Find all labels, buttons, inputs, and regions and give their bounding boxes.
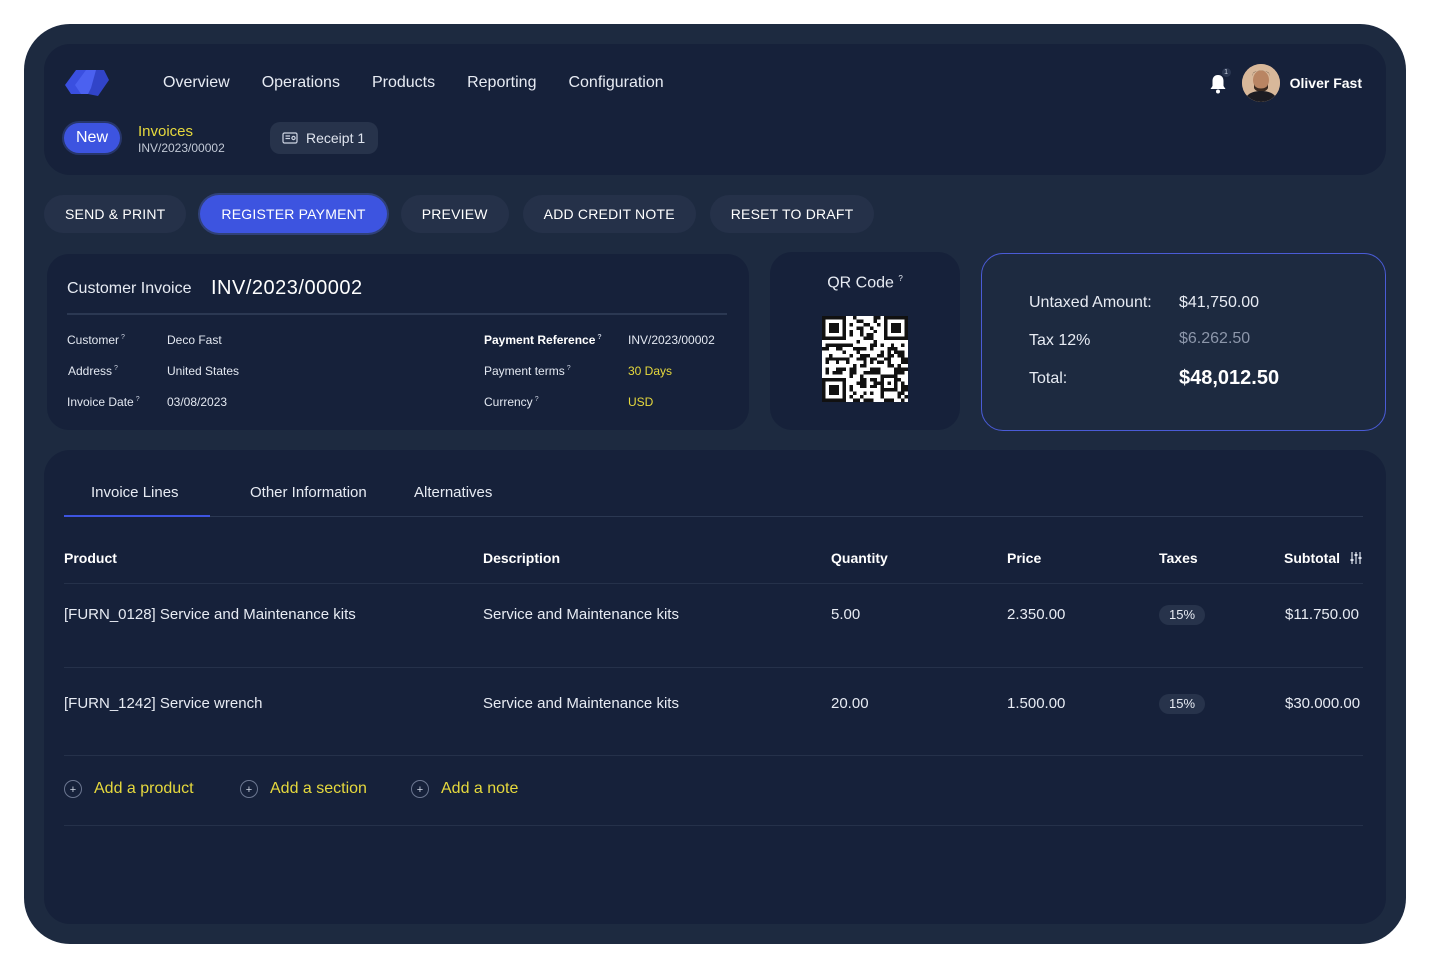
cell-subtotal: $11.750.00 <box>1285 606 1359 623</box>
invoice-number: INV/2023/00002 <box>211 277 363 299</box>
row-divider <box>64 825 1363 826</box>
top-bar: Overview Operations Products Reporting C… <box>44 44 1386 175</box>
tax-label: Tax 12% <box>1029 332 1091 349</box>
help-icon[interactable]: ? <box>597 334 601 341</box>
tab-alternatives[interactable]: Alternatives <box>414 484 492 501</box>
column-header-description[interactable]: Description <box>483 550 560 566</box>
cell-subtotal: $30.000.00 <box>1285 695 1361 712</box>
action-bar: SEND & PRINT REGISTER PAYMENT PREVIEW AD… <box>44 195 875 233</box>
tab-invoice-lines[interactable]: Invoice Lines <box>91 484 179 501</box>
cell-description[interactable]: Service and Maintenance kits <box>483 695 679 712</box>
help-icon[interactable]: ? <box>567 365 571 372</box>
register-payment-button[interactable]: REGISTER PAYMENT <box>200 195 387 233</box>
cell-quantity[interactable]: 20.00 <box>831 695 869 712</box>
add-credit-note-button[interactable]: ADD CREDIT NOTE <box>522 195 696 233</box>
help-icon[interactable]: ? <box>121 334 125 341</box>
nav-products[interactable]: Products <box>372 74 435 92</box>
payment-reference-value[interactable]: INV/2023/00002 <box>628 333 715 347</box>
nav-overview[interactable]: Overview <box>163 74 230 92</box>
column-header-taxes[interactable]: Taxes <box>1159 550 1198 566</box>
receipt-button[interactable]: Receipt 1 <box>270 122 379 154</box>
tax-badge[interactable]: 15% <box>1159 605 1206 625</box>
invoice-date-value[interactable]: 03/08/2023 <box>167 395 227 409</box>
app-window: Overview Operations Products Reporting C… <box>24 24 1406 944</box>
payment-reference-label: Payment Reference? <box>484 333 602 347</box>
active-tab-indicator <box>64 515 210 517</box>
cell-description[interactable]: Service and Maintenance kits <box>483 606 679 623</box>
address-label: Address? <box>68 364 118 378</box>
nav-operations[interactable]: Operations <box>262 74 340 92</box>
notification-bell-icon[interactable]: 1 <box>1208 68 1231 94</box>
cell-product[interactable]: [FURN_0128] Service and Maintenance kits <box>64 606 356 623</box>
add-note-link[interactable]: + Add a note <box>411 780 518 798</box>
tax-badge[interactable]: 15% <box>1159 694 1206 714</box>
cell-product[interactable]: [FURN_1242] Service wrench <box>64 695 262 712</box>
invoice-lines-card: Invoice Lines Other Information Alternat… <box>44 450 1386 924</box>
column-header-subtotal[interactable]: Subtotal <box>1284 550 1340 566</box>
reset-to-draft-button[interactable]: RESET TO DRAFT <box>709 195 875 233</box>
untaxed-amount-label: Untaxed Amount: <box>1029 294 1152 311</box>
status-badge: New <box>64 123 121 153</box>
plus-icon: + <box>411 780 429 798</box>
nav-configuration[interactable]: Configuration <box>568 74 663 92</box>
nav-reporting[interactable]: Reporting <box>467 74 536 92</box>
column-header-price[interactable]: Price <box>1007 550 1041 566</box>
qr-code-label: QR Code ? <box>827 274 903 292</box>
untaxed-amount-value: $41,750.00 <box>1179 294 1260 311</box>
invoice-details-card: Customer Invoice INV/2023/00002 Customer… <box>47 254 749 430</box>
cell-price[interactable]: 1.500.00 <box>1007 695 1065 712</box>
help-icon[interactable]: ? <box>114 365 118 372</box>
notification-count-badge: 1 <box>1221 68 1231 77</box>
add-note-label: Add a note <box>441 780 519 797</box>
customer-label: Customer? <box>67 333 125 347</box>
help-icon[interactable]: ? <box>535 396 539 403</box>
total-value: $48,012.50 <box>1179 367 1280 389</box>
customer-value[interactable]: Deco Fast <box>167 333 222 347</box>
tax-value: $6.262.50 <box>1179 330 1251 347</box>
payment-terms-value[interactable]: 30 Days <box>628 364 672 378</box>
add-product-link[interactable]: + Add a product <box>64 780 194 798</box>
receipt-label: Receipt 1 <box>306 130 366 146</box>
invoice-type-label: Customer Invoice <box>67 280 192 297</box>
add-section-link[interactable]: + Add a section <box>240 780 367 798</box>
row-divider <box>64 583 1363 584</box>
help-icon[interactable]: ? <box>898 274 902 283</box>
cell-quantity[interactable]: 5.00 <box>831 606 860 623</box>
total-label: Total: <box>1029 370 1068 387</box>
row-divider <box>64 755 1363 756</box>
divider <box>67 313 727 315</box>
row-divider <box>64 667 1363 668</box>
totals-card: Untaxed Amount: $41,750.00 Tax 12% $6.26… <box>981 253 1386 431</box>
receipt-icon <box>282 132 298 144</box>
user-area: 1 Oliver Fast <box>1208 64 1362 102</box>
column-header-product[interactable]: Product <box>64 550 117 566</box>
tab-other-information[interactable]: Other Information <box>250 484 367 501</box>
cell-price[interactable]: 2.350.00 <box>1007 606 1065 623</box>
add-section-label: Add a section <box>270 780 367 797</box>
tab-bar: Invoice Lines Other Information Alternat… <box>64 484 1363 517</box>
qr-code-image[interactable] <box>822 316 908 402</box>
plus-icon: + <box>240 780 258 798</box>
user-name[interactable]: Oliver Fast <box>1290 75 1362 91</box>
payment-terms-label: Payment terms? <box>484 364 571 378</box>
brand-logo-icon[interactable] <box>64 68 110 98</box>
preview-button[interactable]: PREVIEW <box>400 195 509 233</box>
column-header-quantity[interactable]: Quantity <box>831 550 888 566</box>
main-nav: Overview Operations Products Reporting C… <box>163 74 664 92</box>
breadcrumb-invoices[interactable]: Invoices <box>138 123 193 140</box>
breadcrumb-invoice-number: INV/2023/00002 <box>138 141 225 155</box>
currency-label: Currency? <box>484 395 539 409</box>
send-print-button[interactable]: SEND & PRINT <box>44 195 187 233</box>
user-avatar[interactable] <box>1241 64 1280 102</box>
plus-icon: + <box>64 780 82 798</box>
invoice-date-label: Invoice Date? <box>67 395 140 409</box>
add-product-label: Add a product <box>94 780 194 797</box>
currency-value[interactable]: USD <box>628 395 653 409</box>
help-icon[interactable]: ? <box>136 396 140 403</box>
qr-code-card: QR Code ? <box>770 252 960 430</box>
address-value[interactable]: United States <box>167 364 239 378</box>
column-settings-icon[interactable] <box>1349 551 1363 565</box>
